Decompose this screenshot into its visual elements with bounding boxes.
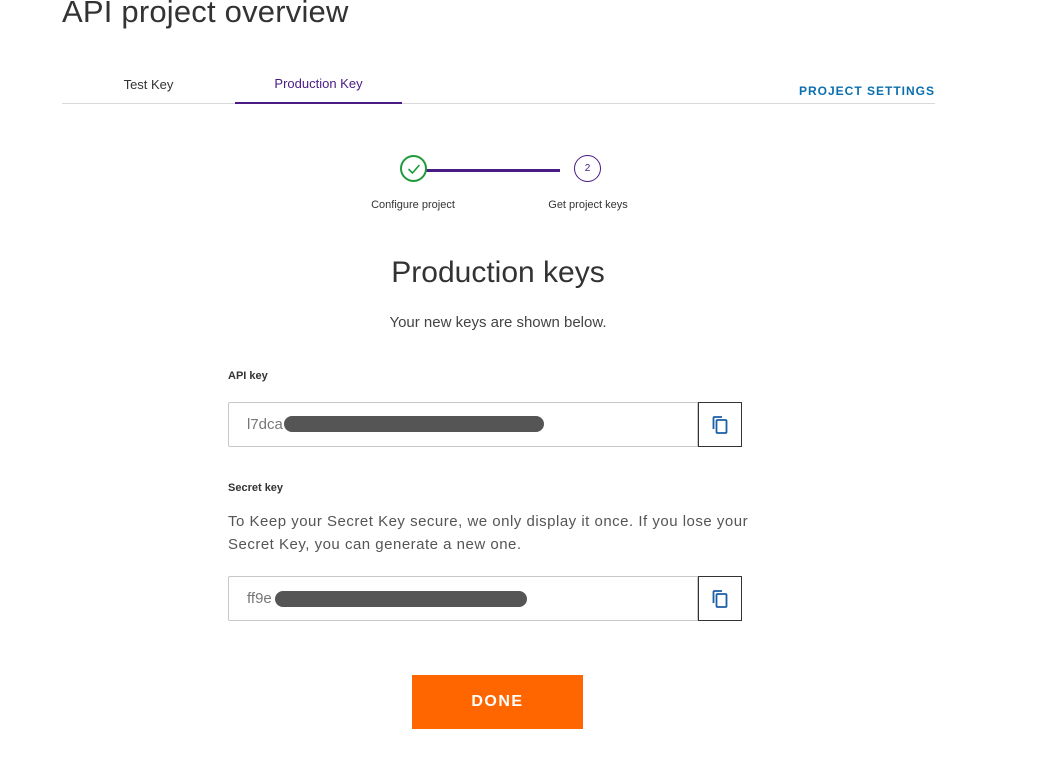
tabs-bar: Test Key Production Key PROJECT SETTINGS <box>62 60 935 104</box>
step-complete-indicator <box>400 155 427 182</box>
api-key-label: API key <box>228 370 268 382</box>
secret-key-field[interactable]: ff9e <box>228 576 698 621</box>
section-title: Production keys <box>391 256 605 289</box>
section-subtitle: Your new keys are shown below. <box>389 314 607 331</box>
page-title: API project overview <box>62 0 349 29</box>
step-label-get-keys: Get project keys <box>548 199 628 211</box>
api-key-value: l7dca <box>247 416 283 433</box>
secret-key-value: ff9e <box>247 590 272 607</box>
copy-icon <box>712 589 728 608</box>
stepper-connector <box>414 169 560 172</box>
copy-secret-key-button[interactable] <box>698 576 742 621</box>
done-button[interactable]: DONE <box>412 675 583 729</box>
step-label-configure: Configure project <box>371 199 455 211</box>
progress-stepper: 2 Configure project Get project keys <box>360 155 660 225</box>
api-key-field[interactable]: l7dca <box>228 402 698 447</box>
project-settings-link[interactable]: PROJECT SETTINGS <box>799 84 935 98</box>
tab-production-key[interactable]: Production Key <box>235 60 402 104</box>
secret-key-note: To Keep your Secret Key secure, we only … <box>228 513 749 553</box>
tab-test-key[interactable]: Test Key <box>62 60 235 103</box>
step-current-indicator: 2 <box>574 155 601 182</box>
secret-key-label: Secret key <box>228 482 284 494</box>
check-icon <box>407 164 420 174</box>
copy-api-key-button[interactable] <box>698 402 742 447</box>
redaction-mark <box>284 416 544 432</box>
copy-icon <box>712 415 728 434</box>
redaction-mark <box>275 591 527 607</box>
page: API project overview Test Key Production… <box>0 0 1064 758</box>
